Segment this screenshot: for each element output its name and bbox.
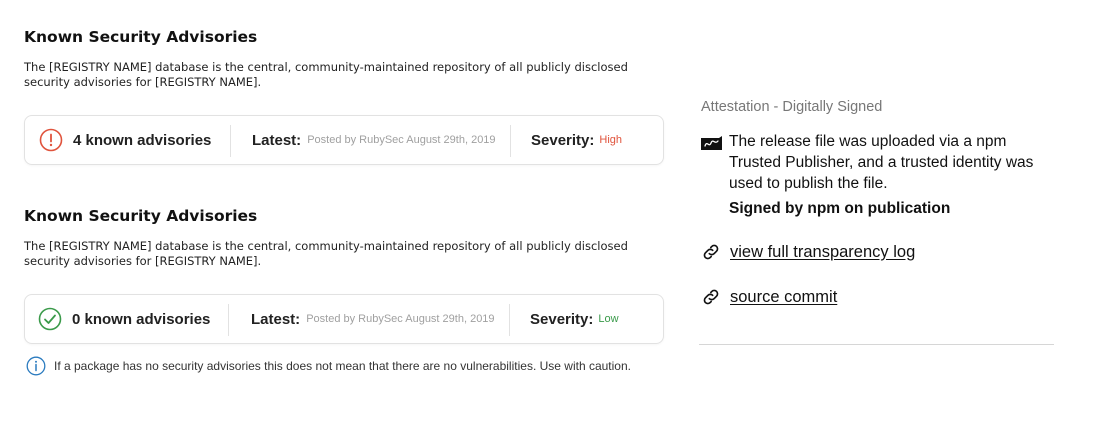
severity-label: Severity: — [531, 131, 595, 149]
latest-advisory: Latest: Posted by RubySec August 29th, 2… — [252, 116, 496, 164]
advisory-count: 4 known advisories — [39, 116, 211, 164]
severity-value: High — [599, 134, 622, 146]
advisory-summary-card: 0 known advisories Latest: Posted by Rub… — [24, 294, 664, 344]
severity: Severity: High — [531, 116, 622, 164]
link-icon — [703, 244, 719, 260]
advisory-count-label: 4 known advisories — [73, 131, 212, 149]
severity: Severity: Low — [530, 295, 619, 343]
alert-circle-icon — [39, 128, 63, 152]
attestation-text: The release file was uploaded via a npm … — [729, 133, 1034, 192]
transparency-log-link-label[interactable]: view full transparency log — [730, 243, 915, 262]
latest-value: Posted by RubySec August 29th, 2019 — [306, 313, 495, 325]
section-title: Known Security Advisories — [24, 207, 258, 225]
divider — [510, 125, 511, 157]
signature-icon — [699, 131, 723, 194]
divider — [230, 125, 231, 157]
latest-advisory: Latest: Posted by RubySec August 29th, 2… — [251, 295, 495, 343]
severity-label: Severity: — [530, 310, 594, 328]
signed-by-label: Signed by npm on publication — [729, 200, 951, 217]
source-commit-link[interactable]: source commit — [701, 287, 837, 307]
severity-value: Low — [598, 313, 619, 325]
caution-note: If a package has no security advisories … — [26, 356, 631, 376]
divider — [699, 344, 1054, 345]
divider — [509, 304, 510, 336]
divider — [228, 304, 229, 336]
section-description: The [REGISTRY NAME] database is the cent… — [24, 60, 628, 89]
advisory-count-label: 0 known advisories — [72, 310, 211, 328]
advisory-count: 0 known advisories — [38, 295, 210, 343]
attestation-title: Attestation - Digitally Signed — [701, 99, 883, 115]
latest-value: Posted by RubySec August 29th, 2019 — [307, 134, 496, 146]
check-circle-icon — [38, 307, 62, 331]
latest-label: Latest: — [251, 310, 301, 328]
caution-note-text: If a package has no security advisories … — [54, 359, 631, 373]
link-icon — [703, 289, 719, 305]
section-description: The [REGISTRY NAME] database is the cent… — [24, 239, 628, 268]
source-commit-link-label[interactable]: source commit — [730, 288, 837, 307]
section-title: Known Security Advisories — [24, 28, 258, 46]
advisory-summary-card: 4 known advisories Latest: Posted by Rub… — [24, 115, 664, 165]
info-icon — [26, 356, 46, 376]
attestation-details: The release file was uploaded via a npm … — [699, 131, 1054, 194]
latest-label: Latest: — [252, 131, 302, 149]
transparency-log-link[interactable]: view full transparency log — [701, 242, 915, 262]
